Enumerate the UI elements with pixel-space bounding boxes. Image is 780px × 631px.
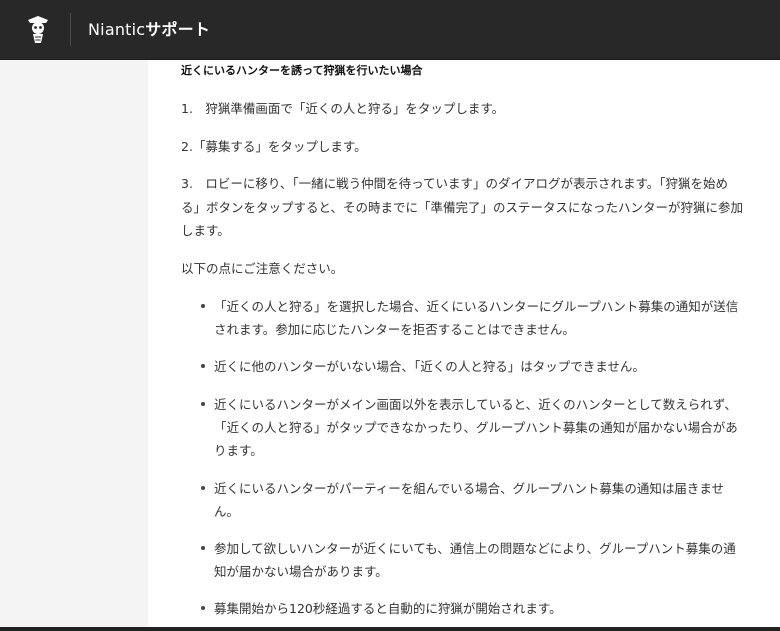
note-text: 近くにいるハンターがパーティーを組んでいる場合、グループハント募集の通知は届きま… xyxy=(214,481,725,519)
top-header: Nianticサポート xyxy=(0,0,780,60)
note-item: 募集開始から120秒経過すると自動的に狩猟が開始されます。 xyxy=(201,597,747,620)
step-1: 1. 狩猟準備画面で「近くの人と狩る」をタップします。 xyxy=(181,101,505,116)
brand-suffix: サポート xyxy=(145,20,211,39)
bullet-icon xyxy=(201,402,205,406)
bullet-icon xyxy=(201,486,205,490)
note-text: 近くに他のハンターがいない場合、「近くの人と狩る」はタップできません。 xyxy=(214,359,645,374)
site-brand-link[interactable]: Nianticサポート xyxy=(88,17,210,43)
note-item: 近くにいるハンターがメイン画面以外を表示していると、近くのハンターとして数えられ… xyxy=(201,393,747,462)
niantic-logo-icon[interactable] xyxy=(24,13,52,45)
bottom-edge xyxy=(0,627,780,631)
note-item: 近くに他のハンターがいない場合、「近くの人と狩る」はタップできません。 xyxy=(201,355,747,378)
note-text: 参加して欲しいハンターが近くにいても、通信上の問題などにより、グループハント募集… xyxy=(214,541,736,579)
brand-prefix: Niantic xyxy=(88,20,146,39)
header-divider xyxy=(70,13,71,46)
step-2: 2.「募集する」をタップします。 xyxy=(181,139,367,154)
note-text: 近くにいるハンターがメイン画面以外を表示していると、近くのハンターとして数えられ… xyxy=(214,397,738,458)
section-title: 近くにいるハンターを誘って狩猟を行いたい場合 xyxy=(181,64,423,77)
note-text: 募集開始から120秒経過すると自動的に狩猟が開始されます。 xyxy=(214,601,562,616)
step-3: 3. ロビーに移り、「一緒に戦う仲間を待っています」のダイアログが表示されます。… xyxy=(181,176,744,238)
notice-intro: 以下の点にご注意ください。 xyxy=(181,261,344,276)
note-item: 近くにいるハンターがパーティーを組んでいる場合、グループハント募集の通知は届きま… xyxy=(201,477,747,523)
bullet-icon xyxy=(201,304,205,308)
note-text: 「近くの人と狩る」を選択した場合、近くにいるハンターにグループハント募集の通知が… xyxy=(214,299,739,337)
bullet-icon xyxy=(201,606,205,610)
note-item: 参加して欲しいハンターが近くにいても、通信上の問題などにより、グループハント募集… xyxy=(201,537,747,583)
bullet-icon xyxy=(201,546,205,550)
note-item: 「近くの人と狩る」を選択した場合、近くにいるハンターにグループハント募集の通知が… xyxy=(201,295,747,341)
article-body: 近くにいるハンターを誘って狩猟を行いたい場合 1. 狩猟準備画面で「近くの人と狩… xyxy=(148,60,780,627)
bullet-icon xyxy=(201,364,205,368)
